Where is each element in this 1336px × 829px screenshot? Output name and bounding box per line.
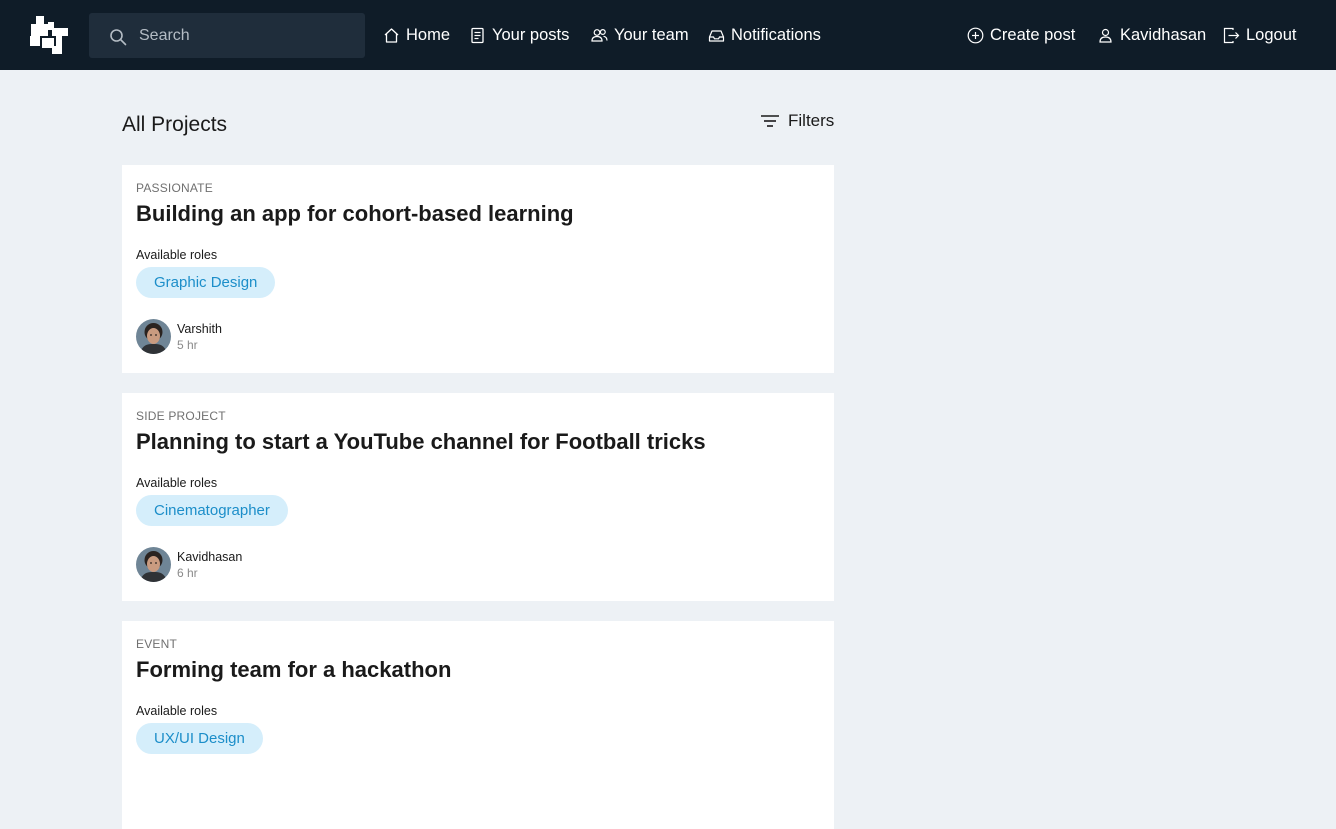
- logout-button[interactable]: Logout: [1223, 0, 1296, 70]
- project-category: SIDE PROJECT: [136, 409, 226, 423]
- logout-label: Logout: [1246, 25, 1297, 44]
- project-category: EVENT: [136, 637, 178, 651]
- nav-your-team-label: Your team: [614, 25, 689, 44]
- project-card[interactable]: SIDE PROJECT Planning to start a YouTube…: [122, 393, 834, 601]
- role-tag[interactable]: Cinematographer: [136, 495, 288, 526]
- nav-your-posts-label: Your posts: [492, 25, 570, 44]
- avatar[interactable]: [136, 547, 171, 582]
- nav-your-posts[interactable]: Your posts: [469, 0, 569, 70]
- author-name[interactable]: Kavidhasan: [177, 550, 242, 564]
- nav-home[interactable]: Home: [383, 0, 450, 70]
- filters-button[interactable]: Filters: [760, 111, 834, 131]
- logo-icon[interactable]: [30, 16, 68, 54]
- team-icon: [591, 28, 608, 42]
- nav-notifications-label: Notifications: [731, 25, 821, 44]
- create-post-label: Create post: [990, 25, 1076, 44]
- project-card[interactable]: PASSIONATE Building an app for cohort-ba…: [122, 165, 834, 373]
- top-navbar: Home Your posts Your team Notifications: [0, 0, 1336, 70]
- role-tag[interactable]: Graphic Design: [136, 267, 276, 298]
- project-title[interactable]: Building an app for cohort-based learnin…: [136, 201, 574, 227]
- logout-icon: [1223, 27, 1240, 43]
- available-roles-label: Available roles: [136, 248, 218, 262]
- available-roles-label: Available roles: [136, 704, 218, 718]
- project-title[interactable]: Forming team for a hackathon: [136, 657, 451, 683]
- filter-icon: [761, 115, 779, 127]
- nav-home-label: Home: [406, 25, 451, 44]
- user-profile-link[interactable]: Kavidhasan: [1097, 0, 1206, 70]
- search-input[interactable]: [139, 13, 349, 58]
- user-icon: [1099, 28, 1112, 43]
- project-category: PASSIONATE: [136, 181, 213, 195]
- role-tag[interactable]: UX/UI Design: [136, 723, 263, 754]
- nav-your-team[interactable]: Your team: [591, 0, 689, 70]
- available-roles-label: Available roles: [136, 476, 218, 490]
- search-icon: [110, 29, 127, 46]
- nav-notifications[interactable]: Notifications: [708, 0, 821, 70]
- post-time: 6 hr: [177, 566, 198, 580]
- project-title[interactable]: Planning to start a YouTube channel for …: [136, 429, 706, 455]
- page-title: All Projects: [122, 113, 228, 136]
- create-post-button[interactable]: Create post: [967, 0, 1075, 70]
- avatar[interactable]: [136, 319, 171, 354]
- inbox-icon: [708, 29, 725, 42]
- user-name-label: Kavidhasan: [1120, 25, 1207, 44]
- document-icon: [471, 27, 484, 43]
- home-icon: [384, 27, 399, 43]
- filters-label: Filters: [788, 111, 835, 130]
- plus-circle-icon: [967, 27, 984, 43]
- search-box[interactable]: [89, 13, 365, 58]
- post-time: 5 hr: [177, 338, 198, 352]
- author-name[interactable]: Varshith: [177, 322, 222, 336]
- project-card[interactable]: EVENT Forming team for a hackathon Avail…: [122, 621, 834, 829]
